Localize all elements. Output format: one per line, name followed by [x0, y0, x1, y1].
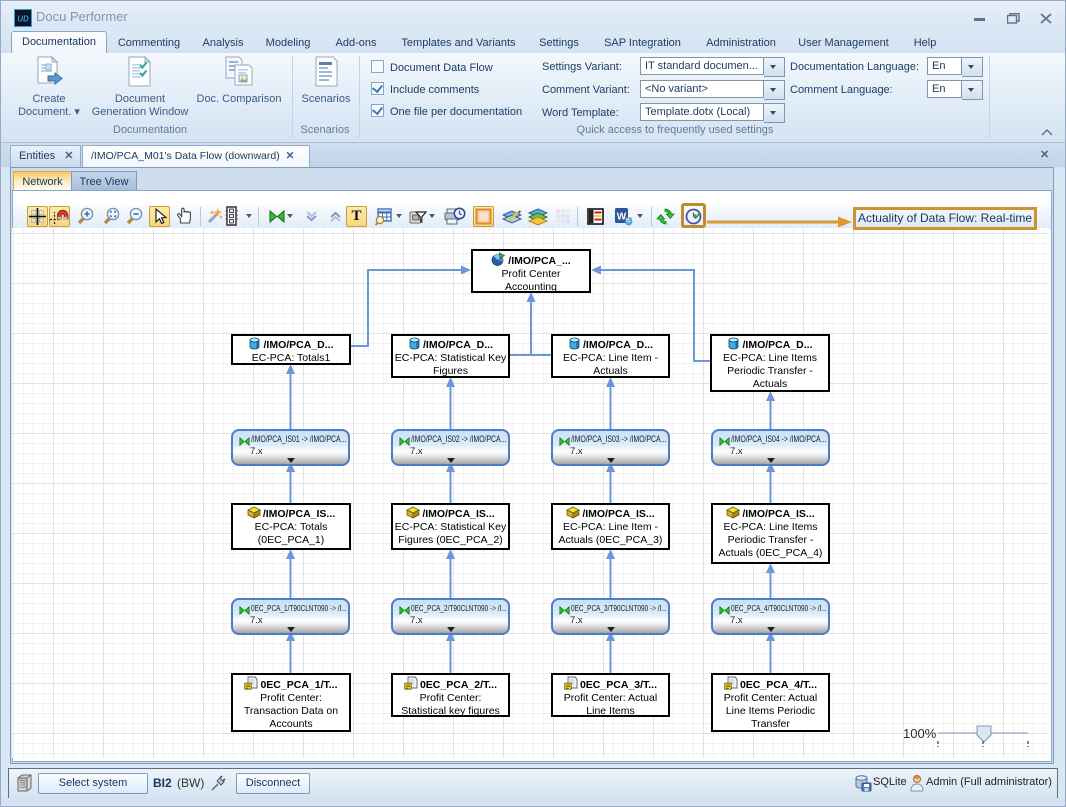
svg-text:UD: UD — [17, 15, 29, 24]
svg-text:W: W — [617, 212, 627, 223]
